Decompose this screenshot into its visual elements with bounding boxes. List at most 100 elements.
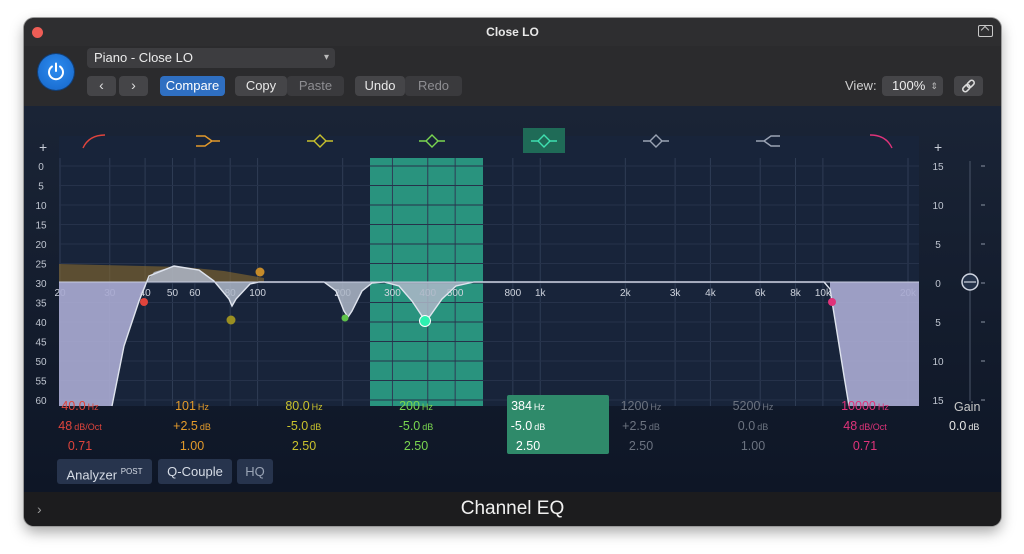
- band-gain-field[interactable]: -5.0 dB: [473, 416, 583, 436]
- band-gain-value: +2.5: [173, 419, 198, 433]
- footer: › Channel EQ: [24, 492, 1001, 526]
- band-freq-field[interactable]: 10000 Hz: [810, 396, 920, 416]
- freq-tick-label: 50: [167, 288, 179, 299]
- db-tick-label: 40: [35, 318, 47, 329]
- preset-dropdown[interactable]: Piano - Close LO ▾: [87, 48, 335, 68]
- band-gain-field[interactable]: -5.0 dB: [249, 416, 359, 436]
- band-8-params[interactable]: 10000 Hz 48 dB/Oct 0.71: [810, 396, 920, 456]
- band-gain-field[interactable]: 0.0 dB: [698, 416, 808, 436]
- gain-tick-label: 10: [932, 357, 944, 368]
- db-tick-label: 35: [35, 299, 47, 310]
- band-freq-value: 200: [399, 399, 420, 413]
- redo-button[interactable]: Redo: [405, 76, 462, 96]
- paste-button[interactable]: Paste: [287, 76, 344, 96]
- gain-value-unit: dB: [968, 422, 980, 432]
- window-title: Close LO: [486, 25, 539, 39]
- band-q-field[interactable]: 1.00: [698, 436, 808, 456]
- q-couple-button[interactable]: Q-Couple: [158, 459, 232, 484]
- band-q-field[interactable]: 2.50: [586, 436, 696, 456]
- band-q-value: 2.50: [403, 439, 429, 453]
- add-band-left-icon[interactable]: +: [39, 139, 47, 155]
- band-gain-field[interactable]: -5.0 dB: [361, 416, 471, 436]
- band-8-handle[interactable]: [828, 298, 836, 306]
- previous-preset-button[interactable]: ‹: [87, 76, 116, 96]
- band-freq-field[interactable]: 40.0 Hz: [25, 396, 135, 416]
- band-gain-unit: dB/Oct: [859, 422, 887, 432]
- band-1-handle[interactable]: [140, 298, 148, 306]
- expand-icon[interactable]: [978, 25, 993, 37]
- band-q-value: 2.50: [515, 439, 541, 453]
- band-5-handle[interactable]: [419, 315, 431, 327]
- freq-tick-label: 3k: [670, 288, 682, 299]
- band-q-field[interactable]: 2.50: [473, 436, 583, 456]
- band-gain-unit: dB: [199, 422, 211, 432]
- copy-button[interactable]: Copy: [235, 76, 287, 96]
- add-band-right-icon[interactable]: +: [934, 139, 942, 155]
- band-freq-field[interactable]: 384 Hz: [473, 396, 583, 416]
- band-4-params[interactable]: 200 Hz -5.0 dB 2.50: [361, 396, 471, 456]
- gain-value-number: 0.0: [949, 419, 967, 433]
- band-gain-field[interactable]: +2.5 dB: [137, 416, 247, 436]
- band-gain-value: -5.0: [398, 419, 421, 433]
- band-4-handle[interactable]: [341, 314, 349, 322]
- power-button[interactable]: [38, 54, 74, 90]
- band-freq-field[interactable]: 200 Hz: [361, 396, 471, 416]
- db-tick-label: 0: [38, 162, 44, 173]
- band-gain-field[interactable]: 48 dB/Oct: [810, 416, 920, 436]
- band-q-value: 1.00: [179, 439, 205, 453]
- band-7-params[interactable]: 5200 Hz 0.0 dB 1.00: [698, 396, 808, 456]
- band-q-value: 2.50: [628, 439, 654, 453]
- band-gain-unit: dB: [757, 422, 769, 432]
- compare-button[interactable]: Compare: [160, 76, 225, 96]
- db-tick-label: 30: [35, 279, 47, 290]
- db-tick-label: 15: [35, 221, 47, 232]
- band-3-params[interactable]: 80.0 Hz -5.0 dB 2.50: [249, 396, 359, 456]
- preset-name: Piano - Close LO: [94, 50, 193, 65]
- analyzer-mode: POST: [120, 467, 143, 476]
- undo-button[interactable]: Undo: [355, 76, 405, 96]
- close-button[interactable]: [32, 27, 43, 38]
- analyzer-button[interactable]: Analyzer POST: [57, 459, 152, 484]
- band-freq-unit: Hz: [762, 402, 774, 412]
- next-preset-button[interactable]: ›: [119, 76, 148, 96]
- band-2-handle[interactable]: [255, 267, 265, 277]
- gain-tick-label: 0: [935, 279, 941, 290]
- db-tick-label: 5: [38, 182, 44, 193]
- band-freq-field[interactable]: 5200 Hz: [698, 396, 808, 416]
- peak-icon[interactable]: [523, 128, 565, 153]
- plugin-name: Channel EQ: [460, 498, 565, 519]
- band-6-params[interactable]: 1200 Hz +2.5 dB 2.50: [586, 396, 696, 456]
- band-q-field[interactable]: 1.00: [137, 436, 247, 456]
- band-freq-value: 10000: [841, 399, 876, 413]
- band-q-field[interactable]: 2.50: [361, 436, 471, 456]
- band-freq-unit: Hz: [87, 402, 99, 412]
- link-button[interactable]: [954, 76, 983, 96]
- band-freq-field[interactable]: 80.0 Hz: [249, 396, 359, 416]
- band-2-params[interactable]: 101 Hz +2.5 dB 1.00: [137, 396, 247, 456]
- band-freq-field[interactable]: 1200 Hz: [586, 396, 696, 416]
- disclosure-icon[interactable]: ›: [37, 492, 42, 526]
- band-q-value: 1.00: [740, 439, 766, 453]
- band-gain-unit: dB: [648, 422, 660, 432]
- band-gain-value: 48: [58, 419, 73, 433]
- band-q-field[interactable]: 2.50: [249, 436, 359, 456]
- hq-button[interactable]: HQ: [237, 459, 273, 484]
- link-icon: [962, 79, 975, 93]
- freq-tick-label: 8k: [790, 288, 802, 299]
- band-1-params[interactable]: 40.0 Hz 48 dB/Oct 0.71: [25, 396, 135, 456]
- freq-tick-label: 6k: [755, 288, 767, 299]
- band-gain-field[interactable]: +2.5 dB: [586, 416, 696, 436]
- view-zoom-dropdown[interactable]: 100% ⇕: [882, 76, 943, 96]
- band-q-field[interactable]: 0.71: [810, 436, 920, 456]
- band-freq-field[interactable]: 101 Hz: [137, 396, 247, 416]
- band-gain-unit: dB: [422, 422, 434, 432]
- gain-value[interactable]: 0.0 dB: [949, 419, 979, 433]
- db-tick-label: 45: [35, 338, 47, 349]
- band-3-handle[interactable]: [226, 315, 236, 325]
- band-freq-value: 40.0: [61, 399, 86, 413]
- band-gain-field[interactable]: 48 dB/Oct: [25, 416, 135, 436]
- band-freq-value: 80.0: [285, 399, 310, 413]
- band-5-params[interactable]: 384 Hz -5.0 dB 2.50: [473, 396, 583, 456]
- db-tick-label: 55: [35, 377, 47, 388]
- band-q-field[interactable]: 0.71: [25, 436, 135, 456]
